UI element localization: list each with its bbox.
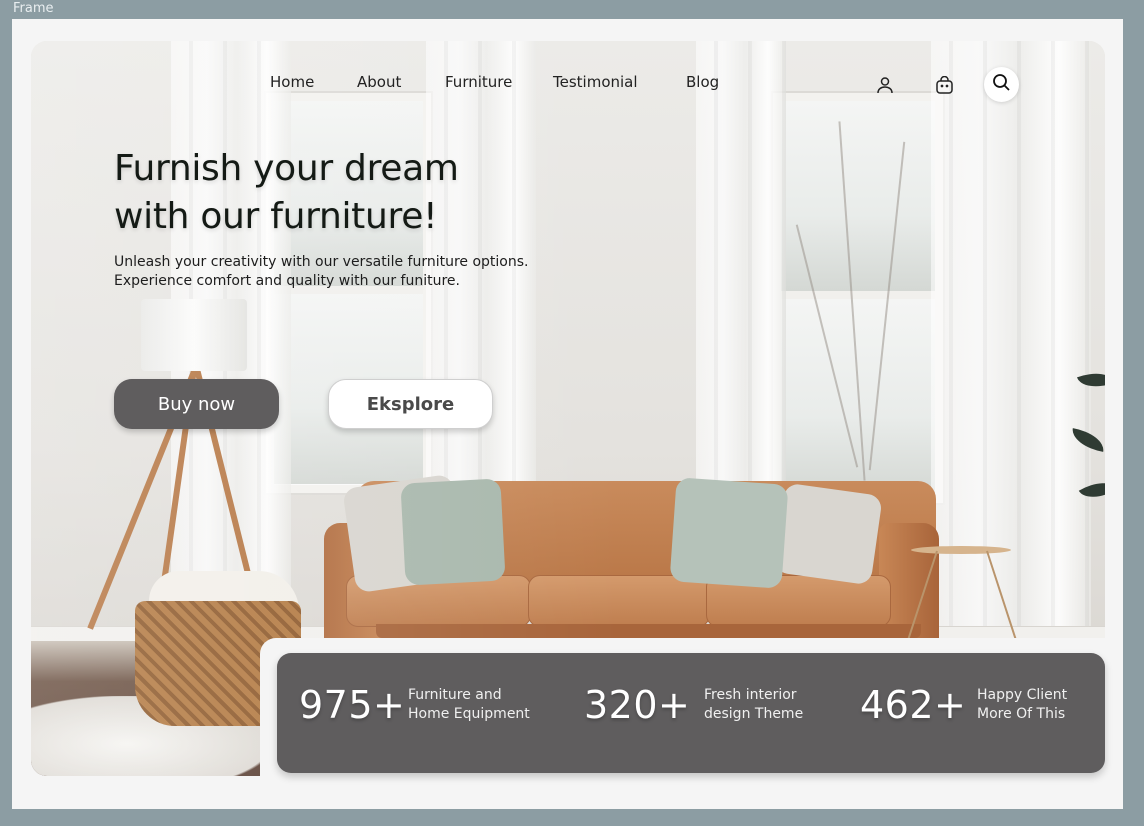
hero-headline: Furnish your dream with our furniture! xyxy=(114,145,534,241)
user-icon[interactable] xyxy=(874,74,896,96)
stat-label-clients: Happy Client More Of This xyxy=(977,686,1117,724)
headline-line-2: with our furniture! xyxy=(114,196,438,237)
stat-label-furniture: Furniture and Home Equipment xyxy=(408,686,548,724)
stat-label-line: Furniture and xyxy=(408,687,502,703)
frame-label: Frame xyxy=(13,1,54,16)
headline-line-1: Furnish your dream xyxy=(114,148,459,189)
stats-panel: 975+ Furniture and Home Equipment 320+ F… xyxy=(277,653,1105,773)
stat-value-clients: 462+ xyxy=(860,683,967,727)
nav-link-blog[interactable]: Blog xyxy=(686,73,719,91)
stat-value-furniture: 975+ xyxy=(299,683,406,727)
stat-value-themes: 320+ xyxy=(584,683,691,727)
shopping-bag-icon[interactable] xyxy=(933,74,955,96)
stat-label-line: More Of This xyxy=(977,706,1066,722)
buy-now-button[interactable]: Buy now xyxy=(114,379,279,429)
subtext-line-1: Unleash your creativity with our versati… xyxy=(114,254,529,270)
nav-link-furniture[interactable]: Furniture xyxy=(445,73,512,91)
stat-label-line: Home Equipment xyxy=(408,706,530,722)
nav-link-testimonial[interactable]: Testimonial xyxy=(553,73,638,91)
search-icon xyxy=(992,73,1011,97)
search-button[interactable] xyxy=(984,67,1019,102)
stat-label-line: Fresh interior xyxy=(704,687,797,703)
nav-link-about[interactable]: About xyxy=(357,73,401,91)
stat-label-themes: Fresh interior design Theme xyxy=(704,686,844,724)
explore-button[interactable]: Eksplore xyxy=(328,379,493,429)
hero-subtext: Unleash your creativity with our versati… xyxy=(114,253,594,291)
subtext-line-2: Experience comfort and quality with our … xyxy=(114,273,460,289)
stat-label-line: Happy Client xyxy=(977,687,1068,703)
stat-label-line: design Theme xyxy=(704,706,804,722)
nav-link-home[interactable]: Home xyxy=(270,73,314,91)
